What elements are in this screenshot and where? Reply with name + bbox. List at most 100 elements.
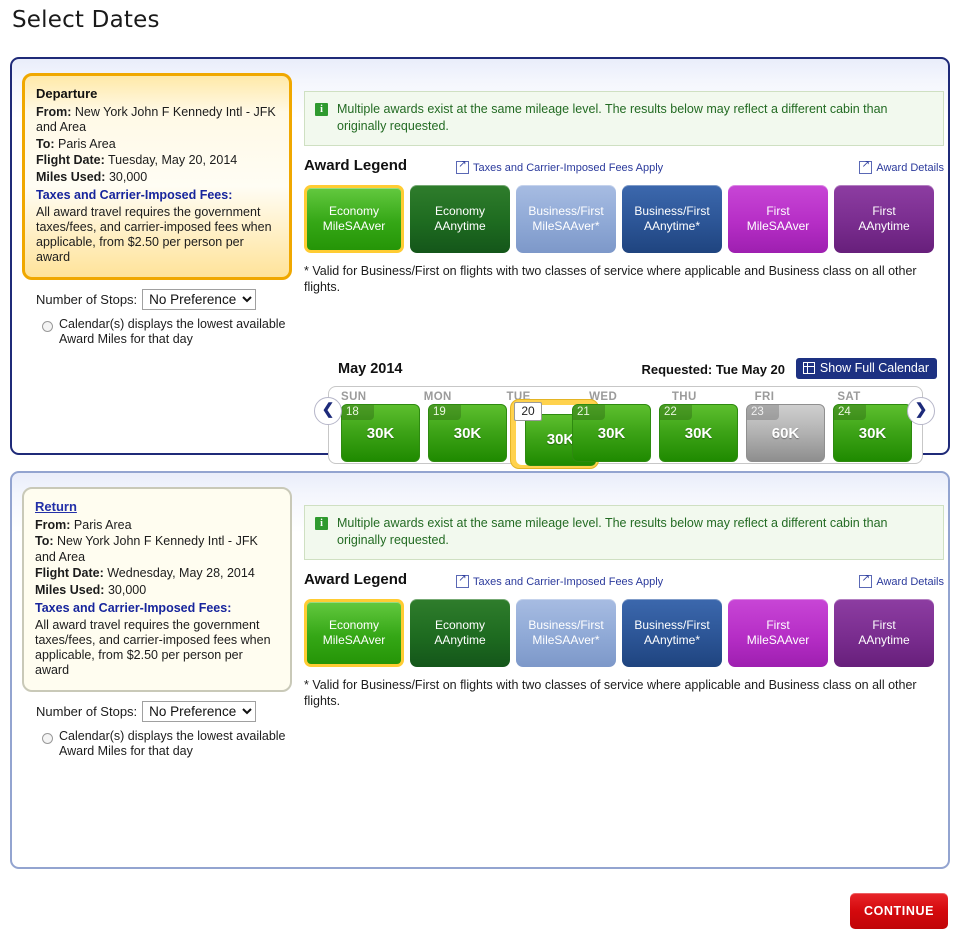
inbound-miles-label: Miles Used: [35, 582, 105, 597]
inbound-miles-row: Miles Used: 30,000 [35, 583, 279, 599]
outbound-calendar-note-text: Calendar(s) displays the lowest availabl… [59, 316, 286, 346]
external-link-icon [859, 159, 873, 174]
outbound-date-value: Tuesday, May 20, 2014 [108, 153, 238, 167]
inbound-date-label: Flight Date: [35, 566, 104, 580]
calendar-day-tile[interactable]: 23 60K [746, 404, 825, 462]
award-legend-chip-4[interactable]: First MileSAAver [728, 185, 828, 253]
inbound-legend-footnote: * Valid for Business/First on flights wi… [304, 678, 917, 708]
outbound-notice: i Multiple awards exist at the same mile… [304, 91, 944, 146]
outbound-fees-apply-link[interactable]: Taxes and Carrier-Imposed Fees Apply [456, 159, 663, 174]
day-of-week-label: FRI [754, 391, 775, 403]
award-legend-chip-label: First MileSAAver [746, 204, 810, 233]
award-legend-chip-0[interactable]: Economy MileSAAver [304, 599, 404, 667]
radio-icon[interactable] [42, 732, 53, 744]
calendar-day-tile[interactable]: 24 30K [833, 404, 912, 462]
inbound-from-label: From: [35, 517, 71, 532]
award-legend-chip-4[interactable]: First MileSAAver [728, 599, 828, 667]
inbound-info-column: Return From: Paris Area To: New York Joh… [22, 487, 292, 759]
award-legend-chip-5[interactable]: First AAnytime [834, 599, 934, 667]
outbound-heading: Departure [36, 86, 98, 101]
award-legend-chip-5[interactable]: First AAnytime [834, 185, 934, 253]
inbound-fees-apply-link[interactable]: Taxes and Carrier-Imposed Fees Apply [456, 573, 663, 588]
outbound-calendar-body: SUN MON TUE WED THU FRI SAT 18 30K 19 30K 30K 20 21 3… [328, 386, 923, 469]
award-legend-chip-0[interactable]: Economy MileSAAver [304, 185, 404, 253]
outbound-dow-row: SUN MON TUE WED THU FRI SAT [339, 391, 912, 403]
calendar-day-tile[interactable]: 22 30K [659, 404, 738, 462]
day-of-week-label: SAT [837, 391, 861, 403]
calendar-day-miles: 30K [597, 425, 626, 442]
select-dates-page: Select Dates Departure From: New York Jo… [0, 0, 960, 938]
award-legend-chip-3[interactable]: Business/First AAnytime* [622, 185, 722, 253]
award-legend-chip-1[interactable]: Economy AAnytime [410, 599, 510, 667]
inbound-miles-value: 30,000 [107, 582, 147, 597]
calendar-day-cell[interactable]: 19 30K [428, 404, 507, 464]
inbound-calendar-note: Calendar(s) displays the lowest availabl… [42, 729, 292, 759]
award-legend-chip-label: Economy MileSAAver [322, 618, 386, 647]
inbound-stops-row: Number of Stops: No PreferenceNonstop1 S… [36, 700, 292, 722]
outbound-stops-select[interactable]: No PreferenceNonstop1 Stop2+ Stops [142, 288, 257, 310]
award-legend-chip-label: Economy MileSAAver [322, 204, 386, 233]
calendar-day-cell[interactable]: 18 30K [341, 404, 420, 464]
inbound-fees-heading: Taxes and Carrier-Imposed Fees: [35, 601, 232, 615]
award-legend-chip-1[interactable]: Economy AAnytime [410, 185, 510, 253]
outbound-date-row: Flight Date: Tuesday, May 20, 2014 [36, 153, 278, 169]
inbound-award-details-label: Award Details [876, 575, 944, 588]
day-of-week-label: SUN [341, 391, 367, 403]
calendar-day-cell[interactable]: 22 30K [659, 404, 738, 464]
inbound-date-row: Flight Date: Wednesday, May 28, 2014 [35, 566, 279, 582]
day-of-week-label: MON [423, 391, 452, 403]
outbound-calendar: May 2014 Requested: Tue May 20 Show Full… [312, 358, 937, 469]
outbound-fees-text: All award travel requires the government… [36, 204, 272, 264]
outbound-stops-row: Number of Stops: No PreferenceNonstop1 S… [36, 288, 292, 310]
calendar-day-miles: 30K [684, 425, 713, 442]
outbound-legend-title: Award Legend [304, 157, 408, 174]
calendar-day-tile[interactable]: 21 30K [572, 404, 651, 462]
info-icon: i [315, 103, 328, 116]
outbound-prev-week-button[interactable]: ❮ [314, 397, 342, 425]
outbound-show-full-calendar-button[interactable]: Show Full Calendar [795, 358, 937, 379]
calendar-day-tile[interactable]: 19 30K [428, 404, 507, 462]
inbound-stops-label: Number of Stops: [36, 703, 138, 719]
outbound-trip-panel: Departure From: New York John F Kennedy … [10, 57, 950, 469]
radio-icon[interactable] [42, 320, 53, 332]
calendar-day-number: 22 [660, 405, 692, 420]
day-of-week-label: THU [671, 391, 697, 403]
external-link-icon [456, 159, 469, 174]
outbound-award-details-label: Award Details [876, 161, 944, 174]
inbound-legend-title: Award Legend [304, 571, 408, 588]
calendar-day-miles: 30K [858, 425, 887, 442]
award-legend-chip-label: Business/First AAnytime* [634, 618, 710, 647]
outbound-next-week-button[interactable]: ❯ [907, 397, 935, 425]
inbound-legend-bar: Award Legend Taxes and Carrier-Imposed F… [304, 571, 944, 592]
outbound-award-details-link[interactable]: Award Details [859, 159, 944, 174]
outbound-requested-label: Requested: Tue May 20 [641, 362, 785, 377]
calendar-day-tile[interactable]: 18 30K [341, 404, 420, 462]
continue-button[interactable]: CONTINUE [850, 893, 948, 929]
calendar-day-number: 21 [573, 405, 605, 420]
inbound-heading[interactable]: Return [35, 499, 279, 515]
award-legend-chip-3[interactable]: Business/First AAnytime* [622, 599, 722, 667]
inbound-from-row: From: Paris Area [35, 518, 279, 534]
info-icon: i [315, 517, 328, 530]
award-legend-chip-label: Business/First MileSAAver* [528, 204, 604, 233]
calendar-day-cell[interactable]: 30K 20 [510, 399, 599, 469]
outbound-right-column: i Multiple awards exist at the same mile… [304, 91, 944, 295]
calendar-day-cell[interactable]: 21 30K [572, 404, 651, 464]
external-link-icon [456, 573, 469, 588]
calendar-day-cell[interactable]: 23 60K [746, 404, 825, 464]
outbound-date-label: Flight Date: [36, 153, 105, 167]
inbound-legend-chips: Economy MileSAAver Economy AAnytime Business… [304, 599, 944, 667]
calendar-day-cell[interactable]: 24 30K [833, 404, 912, 464]
outbound-calendar-note: Calendar(s) displays the lowest availabl… [42, 317, 292, 347]
outbound-legend-footnote: * Valid for Business/First on flights wi… [304, 264, 917, 294]
outbound-to-row: To: Paris Area [36, 137, 278, 153]
inbound-trip-panel: Return From: Paris Area To: New York Joh… [10, 471, 950, 869]
award-legend-chip-2[interactable]: Business/First MileSAAver* [516, 599, 616, 667]
inbound-stops-select[interactable]: No PreferenceNonstop1 Stop2+ Stops [142, 700, 257, 722]
inbound-to-row: To: New York John F Kennedy Intl - JFK a… [35, 534, 279, 565]
inbound-from-value: Paris Area [73, 517, 132, 532]
inbound-award-details-link[interactable]: Award Details [859, 573, 944, 588]
award-legend-chip-2[interactable]: Business/First MileSAAver* [516, 185, 616, 253]
outbound-tiles-row: 18 30K 19 30K 30K 20 21 30K 22 30K 23 60K 24 30K [339, 399, 912, 469]
calendar-day-number: 18 [342, 405, 374, 420]
